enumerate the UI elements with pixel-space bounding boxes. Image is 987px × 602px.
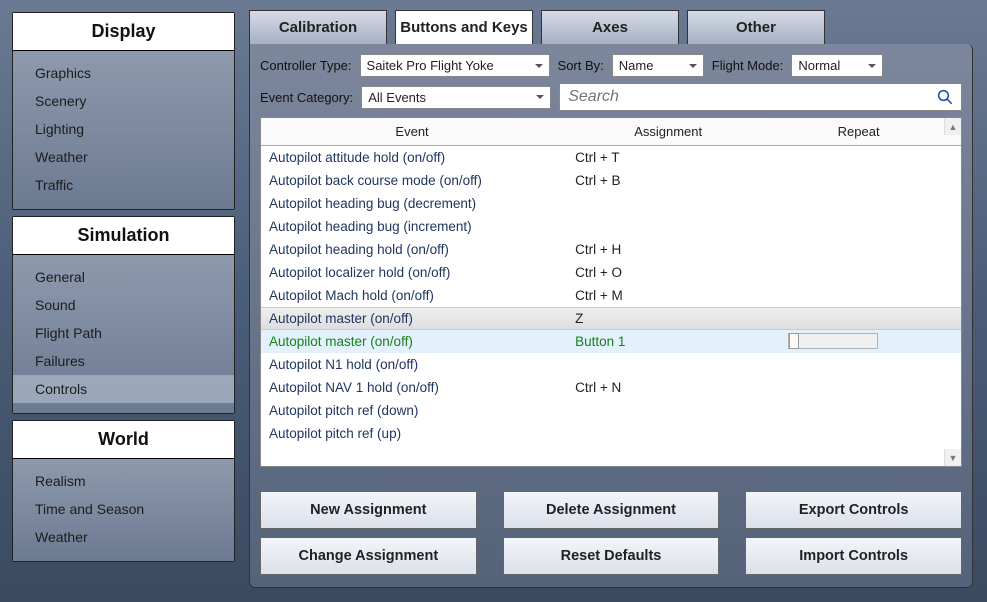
table-header: Event Assignment Repeat ▲ (261, 118, 961, 146)
tab-calibration[interactable]: Calibration (249, 10, 387, 45)
sidebar-group: DisplayGraphicsSceneryLightingWeatherTra… (12, 12, 235, 210)
table-row[interactable]: Autopilot pitch ref (up) (261, 422, 961, 445)
sidebar-group-title: Display (13, 13, 234, 51)
table-row[interactable]: Autopilot Mach hold (on/off)Ctrl + M (261, 284, 961, 307)
sidebar-item-weather[interactable]: Weather (13, 523, 234, 551)
sort-by-select[interactable]: Name (612, 54, 704, 77)
scroll-down-icon[interactable]: ▼ (944, 449, 961, 466)
event-category-label: Event Category: (260, 90, 353, 105)
search-wrapper (559, 83, 962, 111)
event-cell: Autopilot NAV 1 hold (on/off) (269, 380, 575, 395)
table-row[interactable]: Autopilot NAV 1 hold (on/off)Ctrl + N (261, 376, 961, 399)
column-event[interactable]: Event (261, 118, 563, 145)
sidebar-group: SimulationGeneralSoundFlight PathFailure… (12, 216, 235, 414)
table-row[interactable]: Autopilot master (on/off)Button 1 (261, 330, 961, 353)
event-cell: Autopilot back course mode (on/off) (269, 173, 575, 188)
event-cell: Autopilot N1 hold (on/off) (269, 357, 575, 372)
event-cell: Autopilot master (on/off) (269, 311, 575, 326)
event-cell: Autopilot heading hold (on/off) (269, 242, 575, 257)
event-cell: Autopilot heading bug (decrement) (269, 196, 575, 211)
tabs: CalibrationButtons and KeysAxesOther (249, 10, 973, 45)
sidebar-item-scenery[interactable]: Scenery (13, 87, 234, 115)
tab-axes[interactable]: Axes (541, 10, 679, 45)
sidebar-item-time-and-season[interactable]: Time and Season (13, 495, 234, 523)
event-cell: Autopilot Mach hold (on/off) (269, 288, 575, 303)
sidebar-group-items: GraphicsSceneryLightingWeatherTraffic (13, 51, 234, 209)
event-cell: Autopilot pitch ref (down) (269, 403, 575, 418)
sidebar-item-lighting[interactable]: Lighting (13, 115, 234, 143)
event-cell: Autopilot pitch ref (up) (269, 426, 575, 441)
sort-by-label: Sort By: (558, 58, 604, 73)
assignments-table: Event Assignment Repeat ▲ Autopilot atti… (260, 117, 962, 467)
table-row[interactable]: Autopilot attitude hold (on/off)Ctrl + T (261, 146, 961, 169)
event-cell: Autopilot attitude hold (on/off) (269, 150, 575, 165)
assignment-cell: Ctrl + M (575, 288, 788, 303)
table-row[interactable]: Autopilot localizer hold (on/off)Ctrl + … (261, 261, 961, 284)
table-row[interactable]: Autopilot pitch ref (down) (261, 399, 961, 422)
controller-type-label: Controller Type: (260, 58, 352, 73)
repeat-cell (788, 333, 961, 349)
sidebar-item-general[interactable]: General (13, 263, 234, 291)
sidebar-group-title: World (13, 421, 234, 459)
sidebar-item-sound[interactable]: Sound (13, 291, 234, 319)
event-cell: Autopilot master (on/off) (269, 334, 575, 349)
sidebar-group: WorldRealismTime and SeasonWeather (12, 420, 235, 562)
assignment-cell: Ctrl + B (575, 173, 788, 188)
flight-mode-label: Flight Mode: (712, 58, 784, 73)
change-assignment-button[interactable]: Change Assignment (260, 537, 477, 575)
table-row[interactable]: Autopilot heading bug (increment) (261, 215, 961, 238)
sidebar-group-items: RealismTime and SeasonWeather (13, 459, 234, 561)
table-row[interactable]: Autopilot back course mode (on/off)Ctrl … (261, 169, 961, 192)
tab-buttons-and-keys[interactable]: Buttons and Keys (395, 10, 533, 45)
assignment-cell: Ctrl + T (575, 150, 788, 165)
assignment-cell: Button 1 (575, 334, 788, 349)
sidebar-item-graphics[interactable]: Graphics (13, 59, 234, 87)
sidebar-group-items: GeneralSoundFlight PathFailuresControls (13, 255, 234, 413)
main-panel: CalibrationButtons and KeysAxesOther Con… (235, 0, 987, 602)
table-row[interactable]: Autopilot master (on/off)Z (261, 307, 961, 330)
assignment-cell: Ctrl + N (575, 380, 788, 395)
assignment-cell: Z (575, 311, 788, 326)
table-row[interactable]: Autopilot heading hold (on/off)Ctrl + H (261, 238, 961, 261)
assignment-cell: Ctrl + O (575, 265, 788, 280)
assignment-cell: Ctrl + H (575, 242, 788, 257)
sidebar-item-traffic[interactable]: Traffic (13, 171, 234, 199)
repeat-slider[interactable] (788, 333, 878, 349)
sidebar-item-weather[interactable]: Weather (13, 143, 234, 171)
import-controls-button[interactable]: Import Controls (745, 537, 962, 575)
sidebar-item-realism[interactable]: Realism (13, 467, 234, 495)
action-buttons: New Assignment Delete Assignment Export … (260, 491, 962, 575)
sidebar: DisplayGraphicsSceneryLightingWeatherTra… (0, 0, 235, 602)
sidebar-item-failures[interactable]: Failures (13, 347, 234, 375)
scroll-up-icon[interactable]: ▲ (944, 118, 961, 135)
slider-thumb[interactable] (789, 333, 799, 349)
table-row[interactable]: Autopilot heading bug (decrement) (261, 192, 961, 215)
controller-type-select[interactable]: Saitek Pro Flight Yoke (360, 54, 550, 77)
event-category-select[interactable]: All Events (361, 86, 551, 109)
event-cell: Autopilot localizer hold (on/off) (269, 265, 575, 280)
column-repeat[interactable]: Repeat (773, 118, 944, 145)
flight-mode-select[interactable]: Normal (791, 54, 883, 77)
sidebar-item-flight-path[interactable]: Flight Path (13, 319, 234, 347)
sidebar-group-title: Simulation (13, 217, 234, 255)
sidebar-item-controls[interactable]: Controls (13, 375, 234, 403)
table-body[interactable]: Autopilot attitude hold (on/off)Ctrl + T… (261, 146, 961, 449)
tab-panel: Controller Type: Saitek Pro Flight Yoke … (249, 44, 973, 588)
search-input[interactable] (559, 83, 962, 111)
reset-defaults-button[interactable]: Reset Defaults (503, 537, 720, 575)
export-controls-button[interactable]: Export Controls (745, 491, 962, 529)
tab-other[interactable]: Other (687, 10, 825, 45)
event-cell: Autopilot heading bug (increment) (269, 219, 575, 234)
column-assignment[interactable]: Assignment (563, 118, 773, 145)
table-row[interactable]: Autopilot N1 hold (on/off) (261, 353, 961, 376)
delete-assignment-button[interactable]: Delete Assignment (503, 491, 720, 529)
new-assignment-button[interactable]: New Assignment (260, 491, 477, 529)
